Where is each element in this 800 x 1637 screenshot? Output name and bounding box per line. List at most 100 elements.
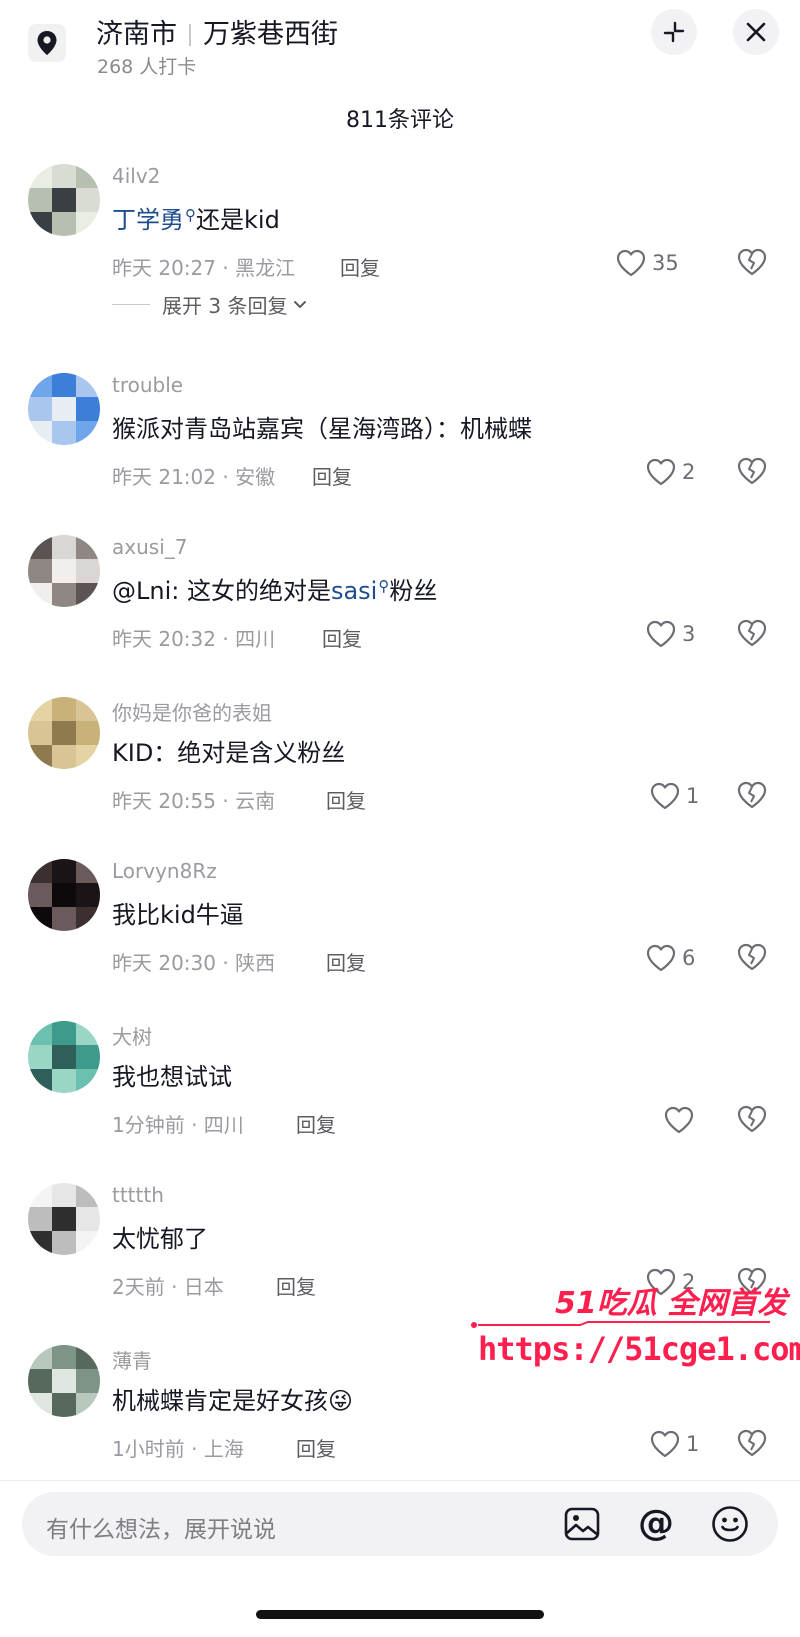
comment-text: KID：绝对是含义粉丝 — [112, 739, 346, 767]
comment-text: 机械蝶肯定是好女孩😜 — [112, 1381, 353, 1416]
avatar-pixel — [28, 1021, 52, 1045]
like-button[interactable] — [664, 1103, 700, 1137]
broken-heart-icon — [737, 248, 767, 276]
avatar-pixel — [52, 397, 76, 421]
avatar-pixel — [76, 1231, 100, 1255]
like-count: 1 — [686, 784, 700, 808]
comment-text-body: 粉丝 — [389, 577, 438, 605]
reply-button[interactable]: 回复 — [322, 623, 362, 652]
avatar[interactable] — [28, 373, 100, 445]
dislike-button[interactable] — [737, 1429, 767, 1461]
avatar-pixel — [28, 421, 52, 445]
like-button[interactable]: 6 — [646, 941, 695, 975]
mention-link[interactable]: 丁学勇 — [112, 206, 184, 234]
close-icon — [746, 22, 766, 42]
avatar-pixel — [52, 373, 76, 397]
dislike-button[interactable] — [737, 457, 767, 489]
avatar-pixel — [52, 1393, 76, 1417]
like-button[interactable]: 1 — [650, 779, 699, 813]
avatar-pixel — [76, 212, 100, 236]
avatar-pixel — [76, 583, 100, 607]
avatar-pixel — [28, 559, 52, 583]
avatar-pixel — [76, 164, 100, 188]
dislike-button[interactable] — [737, 943, 767, 975]
dislike-button[interactable] — [737, 1105, 767, 1137]
avatar-pixel — [28, 164, 52, 188]
divider-line — [112, 304, 150, 305]
avatar-pixel — [76, 559, 100, 583]
like-count: 35 — [652, 251, 679, 275]
heart-icon — [650, 782, 680, 810]
avatar-pixel — [28, 883, 52, 907]
reply-button[interactable]: 回复 — [276, 1271, 316, 1300]
home-indicator[interactable] — [256, 1610, 544, 1619]
avatar-pixel — [76, 745, 100, 769]
like-count: 6 — [682, 946, 696, 970]
like-button[interactable]: 35 — [616, 246, 679, 280]
search-icon[interactable]: ⚲ — [378, 577, 389, 595]
reply-button[interactable]: 回复 — [296, 1109, 336, 1138]
avatar[interactable] — [28, 1021, 100, 1093]
heart-icon — [646, 458, 676, 486]
image-button[interactable] — [562, 1504, 602, 1544]
watermark-url: https://51cge1.com — [478, 1330, 800, 1368]
street-name: 万紫巷西街 — [203, 19, 338, 50]
avatar-pixel — [52, 212, 76, 236]
comment-item: 大树 我也想试试 1分钟前 · 四川 回复 — [0, 1013, 800, 1173]
watermark-title: 51吃瓜 全网首发 — [555, 1286, 788, 1321]
comment-input-placeholder[interactable]: 有什么想法，展开说说 — [46, 1510, 276, 1544]
avatar-pixel — [28, 1183, 52, 1207]
avatar[interactable] — [28, 164, 100, 236]
reply-button[interactable]: 回复 — [296, 1433, 336, 1462]
avatar-pixel — [52, 1231, 76, 1255]
mention-link[interactable]: sasi — [331, 577, 377, 605]
comment-meta: 昨天 20:30 · 陕西 — [112, 951, 276, 975]
reply-button[interactable]: 回复 — [340, 252, 380, 281]
location-pin-icon[interactable] — [28, 24, 66, 62]
comment-text: 我也想试试 — [112, 1063, 232, 1091]
comment-text-prefix: @Lni: 这女的绝对是 — [112, 577, 331, 605]
comment-username[interactable]: axusi_7 — [112, 535, 187, 559]
comment-username[interactable]: 大树 — [112, 1021, 152, 1050]
like-count: 1 — [686, 1432, 700, 1456]
expand-replies-button[interactable]: 展开 3 条回复 — [112, 290, 309, 319]
avatar-pixel — [28, 1231, 52, 1255]
like-button[interactable]: 1 — [650, 1427, 699, 1461]
avatar-pixel — [52, 1045, 76, 1069]
close-button[interactable] — [733, 9, 779, 55]
emoji-button[interactable] — [710, 1504, 750, 1544]
reply-button[interactable]: 回复 — [326, 785, 366, 814]
mention-button[interactable]: @ — [636, 1504, 676, 1544]
avatar[interactable] — [28, 1183, 100, 1255]
image-icon — [564, 1507, 600, 1541]
like-button[interactable]: 3 — [646, 617, 695, 651]
avatar[interactable] — [28, 697, 100, 769]
comment-username[interactable]: ttttth — [112, 1183, 164, 1207]
comment-username[interactable]: 你妈是你爸的表姐 — [112, 697, 272, 726]
comment-username[interactable]: Lorvyn8Rz — [112, 859, 217, 883]
reply-button[interactable]: 回复 — [326, 947, 366, 976]
dislike-button[interactable] — [737, 619, 767, 651]
avatar[interactable] — [28, 535, 100, 607]
comment-text: 丁学勇⚲还是kid — [112, 200, 280, 235]
like-button[interactable]: 2 — [646, 455, 695, 489]
comment-username[interactable]: 4ilv2 — [112, 164, 160, 188]
avatar-pixel — [52, 188, 76, 212]
comment-meta: 1分钟前 · 四川 — [112, 1113, 244, 1137]
location-title[interactable]: 济南市 万紫巷西街 — [96, 12, 338, 51]
dislike-button[interactable] — [737, 781, 767, 813]
reply-button[interactable]: 回复 — [312, 461, 352, 490]
avatar-pixel — [52, 583, 76, 607]
comment-text: 太忧郁了 — [112, 1225, 208, 1253]
search-icon[interactable]: ⚲ — [185, 206, 196, 224]
avatar[interactable] — [28, 1345, 100, 1417]
dislike-button[interactable] — [737, 248, 767, 280]
comment-username[interactable]: trouble — [112, 373, 183, 397]
avatar-pixel — [76, 883, 100, 907]
avatar-pixel — [52, 745, 76, 769]
avatar-pixel — [52, 1345, 76, 1369]
comment-username[interactable]: 薄青 — [112, 1345, 152, 1374]
collapse-button[interactable] — [651, 9, 697, 55]
avatar-pixel — [28, 1207, 52, 1231]
avatar[interactable] — [28, 859, 100, 931]
